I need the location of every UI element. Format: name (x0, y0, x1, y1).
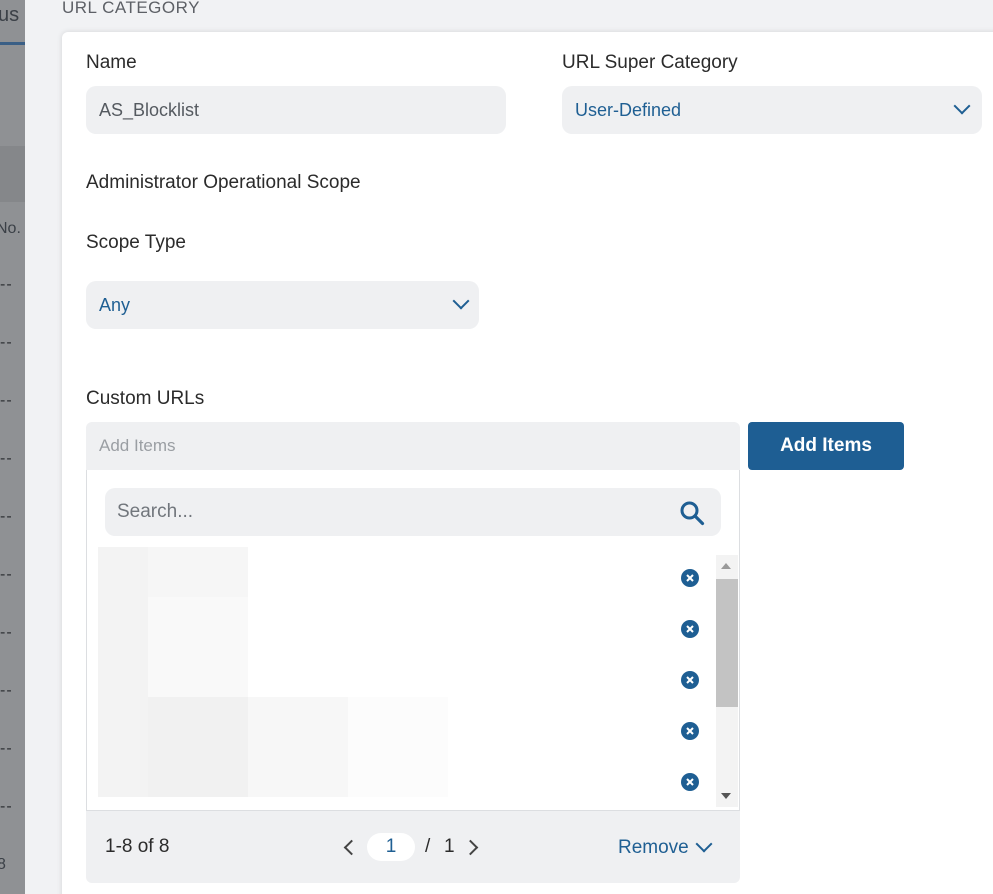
redacted-url-block (148, 547, 248, 597)
chevron-down-icon (953, 97, 971, 115)
next-page-chevron-icon[interactable] (462, 839, 479, 856)
background-cell: -- (0, 450, 13, 467)
background-cell: -- (0, 392, 13, 409)
remove-row-close-icon[interactable] (681, 620, 699, 638)
remove-row-close-icon[interactable] (681, 569, 699, 587)
chevron-down-icon[interactable] (695, 835, 713, 853)
name-field[interactable]: AS_Blocklist (86, 86, 506, 134)
search-icon[interactable] (679, 500, 705, 526)
page-separator: / (425, 836, 431, 857)
list-scrollbar-thumb[interactable] (716, 579, 738, 707)
background-cell: -- (0, 798, 13, 815)
background-column-header: No. (0, 220, 21, 237)
redacted-url-block (348, 697, 448, 797)
chevron-down-icon (452, 292, 470, 310)
remove-row-close-icon[interactable] (681, 671, 699, 689)
background-tab-label: us (0, 4, 20, 26)
scroll-down-arrow-icon[interactable] (721, 793, 731, 799)
prev-page-chevron-icon[interactable] (343, 839, 360, 856)
background-table-header (0, 146, 25, 202)
super-category-value: User-Defined (575, 100, 682, 120)
scope-type-label: Scope Type (86, 232, 187, 253)
background-cell: -- (0, 334, 13, 351)
page-number-input[interactable]: 1 (367, 833, 415, 861)
scope-heading: Administrator Operational Scope (86, 172, 361, 193)
redacted-url-block (148, 697, 248, 797)
scope-type-select[interactable]: Any (86, 281, 479, 329)
add-items-placeholder: Add Items (99, 436, 176, 455)
super-category-label: URL Super Category (562, 52, 738, 73)
redacted-url-block (248, 697, 348, 797)
background-tab-underline (0, 42, 25, 45)
custom-urls-label: Custom URLs (86, 388, 205, 409)
search-input[interactable]: Search... (105, 488, 721, 536)
scope-type-value: Any (99, 295, 131, 315)
pagination-range: 1-8 of 8 (105, 836, 170, 857)
background-cell: -- (0, 508, 13, 525)
background-cell: -- (0, 566, 13, 583)
background-cell: -- (0, 682, 13, 699)
background-cell: -- (0, 624, 13, 641)
add-items-button[interactable]: Add Items (748, 422, 904, 470)
name-label: Name (86, 52, 137, 73)
panel-title: URL CATEGORY (62, 0, 200, 17)
remove-row-close-icon[interactable] (681, 773, 699, 791)
background-cell: -- (0, 740, 13, 757)
add-items-input[interactable]: Add Items (86, 422, 740, 470)
background-table-strip: us No. -- -- -- -- -- -- -- -- -- -- 8 (0, 0, 25, 894)
total-pages: 1 (444, 836, 455, 857)
redacted-url-block (98, 697, 148, 797)
search-placeholder: Search... (117, 501, 194, 522)
remove-dropdown-button[interactable]: Remove (618, 811, 689, 885)
remove-row-close-icon[interactable] (681, 722, 699, 740)
super-category-select[interactable]: User-Defined (562, 86, 982, 134)
background-cell: -- (0, 276, 13, 293)
redacted-url-block (148, 597, 248, 697)
scroll-up-arrow-icon[interactable] (721, 563, 731, 569)
redacted-url-block (98, 547, 148, 697)
background-cell: 8 (0, 856, 6, 873)
list-pagination-footer: 1-8 of 8 1 / 1 Remove (86, 810, 740, 883)
name-field-value: AS_Blocklist (99, 100, 200, 120)
